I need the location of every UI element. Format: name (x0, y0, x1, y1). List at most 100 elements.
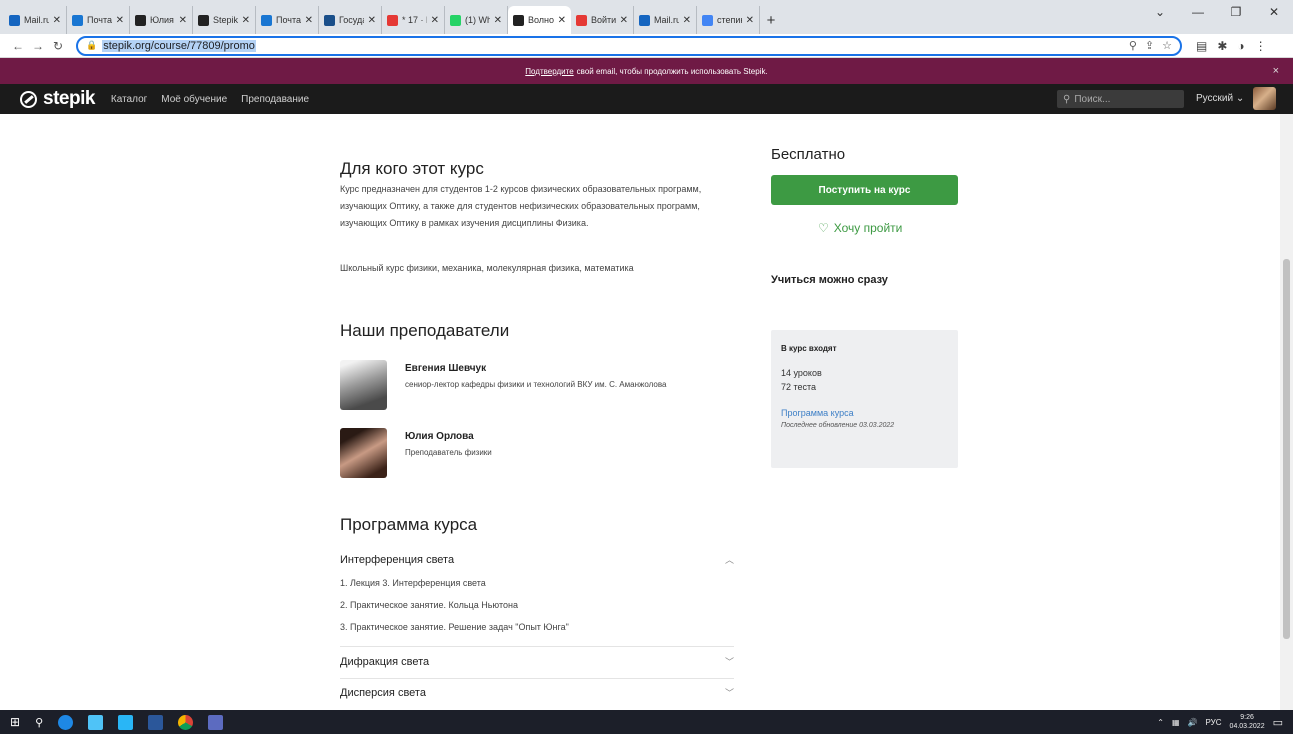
program-link[interactable]: Программа курса (781, 408, 948, 418)
banner-close-icon[interactable]: × (1273, 65, 1279, 77)
browser-tab[interactable]: (1) WhatsApp ✕ (445, 6, 508, 34)
language-select[interactable]: Русский ⌄ (1196, 93, 1244, 104)
bookmark-star-icon[interactable]: ☆ (1162, 39, 1172, 52)
volume-icon[interactable]: 🔊 (1188, 718, 1198, 727)
browser-tab[interactable]: Mail.ru: почт ✕ (634, 6, 697, 34)
tab-title: Волновая оп (528, 15, 554, 25)
chevron-up-icon[interactable]: ⌃ (1157, 718, 1164, 727)
nav-teaching[interactable]: Преподавание (241, 94, 309, 105)
heart-icon: ♡ (818, 221, 829, 235)
menu-icon[interactable]: ⋮ (1255, 39, 1267, 53)
windows-taskbar: ⊞ ⚲ ⌃ ▦ 🔊 РУС 9:26 04.03.2022 ▭ (0, 710, 1293, 734)
restore-button[interactable]: ❐ (1217, 5, 1255, 19)
teacher-name[interactable]: Евгения Шевчук (405, 363, 666, 374)
scrollbar-thumb[interactable] (1283, 259, 1290, 639)
tab-title: Stepik: Конст (213, 15, 238, 25)
tests-count: 72 теста (781, 382, 817, 392)
browser-tab[interactable]: Почта Mail.ru ✕ (256, 6, 319, 34)
store-icon[interactable] (118, 714, 134, 730)
page-scrollbar[interactable] (1280, 114, 1293, 710)
confirm-email-link[interactable]: Подтвердите (525, 67, 573, 76)
lesson-item[interactable]: 3. Практическое занятие. Решение задач "… (340, 622, 569, 632)
stepik-logo[interactable]: stepik (20, 88, 95, 110)
browser-tab[interactable]: Юлия Орлов ✕ (130, 6, 193, 34)
close-window-button[interactable]: ✕ (1255, 5, 1293, 19)
tab-close-icon[interactable]: ✕ (179, 15, 187, 26)
browser-tab[interactable]: Войти в систе ✕ (571, 6, 634, 34)
tab-favicon-icon (9, 14, 20, 26)
browser-tab[interactable]: Волновая оп ✕ (508, 6, 571, 34)
lessons-count: 14 уроков (781, 368, 822, 378)
chevron-down-icon: ⌄ (1235, 93, 1245, 104)
enroll-button[interactable]: Поступить на курс (771, 175, 958, 205)
browser-tab[interactable]: степик орг - ✕ (697, 6, 760, 34)
tab-close-icon[interactable]: ✕ (368, 15, 376, 26)
tab-close-icon[interactable]: ✕ (558, 15, 566, 26)
profile-icon[interactable]: ◑ (1237, 39, 1244, 53)
tab-favicon-icon (135, 14, 146, 26)
tab-favicon-icon (513, 14, 524, 26)
address-bar: ← → ↻ 🔒 stepik.org/course/77809/promo ⚲ … (0, 34, 1293, 58)
new-tab-button[interactable]: + (760, 6, 782, 34)
remote-desktop-icon[interactable] (208, 714, 224, 730)
tab-close-icon[interactable]: ✕ (53, 15, 61, 26)
clock[interactable]: 9:26 04.03.2022 (1230, 713, 1265, 731)
tab-close-icon[interactable]: ✕ (494, 15, 502, 26)
search-input[interactable]: ⚲ Поиск... (1057, 90, 1184, 108)
network-icon[interactable]: ▦ (1172, 718, 1180, 727)
chrome-icon[interactable] (178, 714, 194, 730)
reading-list-icon[interactable]: ▤ (1196, 39, 1207, 53)
extensions-icon[interactable]: ✱ (1217, 39, 1227, 53)
stepik-logo-icon (20, 90, 37, 108)
back-icon[interactable]: ← (8, 39, 28, 53)
browser-tab[interactable]: Stepik: Конст ✕ (193, 6, 256, 34)
divider (340, 646, 734, 647)
course-includes-box: В курс входят 14 уроков 72 теста Програм… (771, 330, 958, 468)
tab-close-icon[interactable]: ✕ (305, 15, 313, 26)
zoom-icon[interactable]: ⚲ (1129, 39, 1137, 52)
teacher-card[interactable]: Евгения Шевчук сениор-лектор кафедры физ… (340, 360, 666, 410)
share-icon[interactable]: ⇪ (1145, 39, 1154, 52)
avatar[interactable] (1253, 87, 1276, 110)
teacher-name[interactable]: Юлия Орлова (405, 431, 492, 442)
tab-close-icon[interactable]: ✕ (746, 15, 754, 26)
teacher-photo (340, 360, 387, 410)
includes-heading: В курс входят (781, 344, 837, 353)
module-header[interactable]: Интерференция света ︿ (340, 553, 734, 566)
reload-icon[interactable]: ↻ (48, 39, 68, 53)
tab-title: * 17 · Входящ (402, 15, 427, 25)
tab-close-icon[interactable]: ✕ (116, 15, 124, 26)
minimize-button[interactable]: — (1179, 5, 1217, 19)
windows-start-icon[interactable]: ⊞ (10, 715, 20, 729)
language-indicator[interactable]: РУС (1206, 718, 1222, 727)
lesson-item[interactable]: 1. Лекция 3. Интерференция света (340, 578, 486, 588)
search-icon[interactable]: ⚲ (35, 716, 43, 729)
edge-icon[interactable] (58, 714, 74, 730)
browser-tab[interactable]: * 17 · Входящ ✕ (382, 6, 445, 34)
teacher-card[interactable]: Юлия Орлова Преподаватель физики (340, 428, 492, 478)
tab-favicon-icon (324, 14, 335, 26)
browser-tab[interactable]: Mail.ru: почта ✕ (4, 6, 67, 34)
lesson-item[interactable]: 2. Практическое занятие. Кольца Ньютона (340, 600, 518, 610)
nav-my-learning[interactable]: Моё обучение (161, 94, 227, 105)
word-icon[interactable] (148, 714, 164, 730)
browser-tab[interactable]: Государствен ✕ (319, 6, 382, 34)
notifications-icon[interactable]: ▭ (1273, 716, 1283, 729)
who-description: Курс предназначен для студентов 1-2 курс… (340, 184, 702, 228)
tab-title: степик орг - (717, 15, 742, 25)
banner-text: свой email, чтобы продолжить использоват… (576, 66, 768, 76)
lock-icon[interactable]: 🔒 (86, 40, 97, 51)
module-header[interactable]: Дисперсия света ﹀ (340, 686, 734, 699)
module-header[interactable]: Дифракция света ﹀ (340, 655, 734, 668)
file-explorer-icon[interactable] (88, 714, 104, 730)
tab-close-icon[interactable]: ✕ (683, 15, 691, 26)
url-input[interactable]: 🔒 stepik.org/course/77809/promo ⚲ ⇪ ☆ (76, 35, 1182, 56)
tab-close-icon[interactable]: ✕ (620, 15, 628, 26)
nav-catalog[interactable]: Каталог (111, 94, 147, 105)
wishlist-button[interactable]: ♡ Хочу пройти (818, 221, 902, 235)
tab-search-button[interactable]: ⌄ (1141, 5, 1179, 19)
browser-tab[interactable]: Почта Mail.ru ✕ (67, 6, 130, 34)
tab-close-icon[interactable]: ✕ (242, 15, 250, 26)
forward-icon[interactable]: → (28, 39, 48, 53)
tab-close-icon[interactable]: ✕ (431, 15, 439, 26)
